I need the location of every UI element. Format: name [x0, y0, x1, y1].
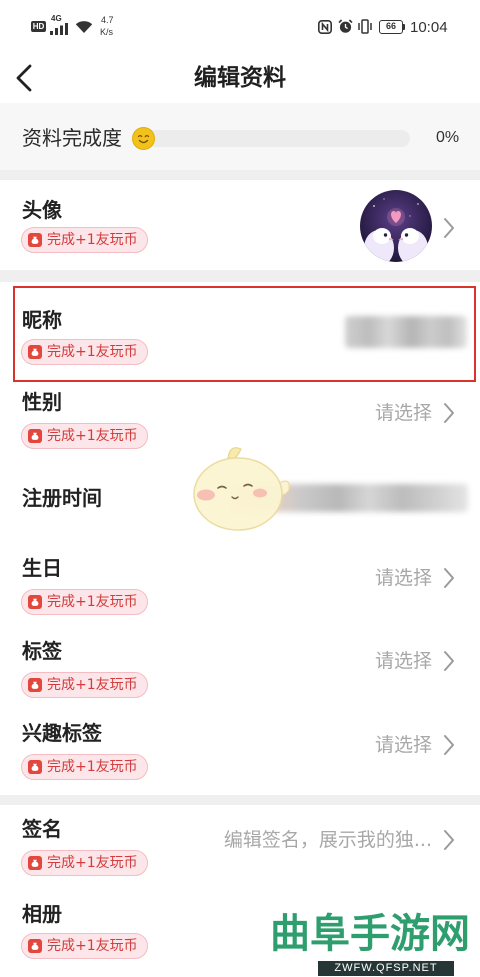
album-label: 相册: [22, 902, 62, 926]
reward-pouch-icon: [28, 760, 42, 774]
interest-tags-label: 兴趣标签: [22, 721, 102, 745]
reward-badge: 完成+1友玩币: [21, 850, 148, 876]
alarm-icon: [338, 19, 353, 33]
signal-icon: [50, 23, 68, 35]
completion-label: 资料完成度: [22, 126, 122, 150]
reward-pouch-icon: [28, 939, 42, 953]
reward-badge: 完成+1友玩币: [21, 933, 148, 959]
chevron-right-icon: [444, 568, 454, 588]
reward-badge: 完成+1友玩币: [21, 423, 148, 449]
nickname-value-obscured: [345, 316, 467, 348]
vibrate-icon: [358, 19, 372, 34]
reward-badge-text: 完成+1友玩币: [47, 232, 138, 248]
signature-placeholder: 编辑签名，展示我的独...: [223, 829, 432, 851]
chevron-right-icon: [444, 830, 454, 850]
network-speed-unit: K/s: [100, 27, 114, 37]
network-speed-value: 4.7: [101, 15, 114, 25]
reward-badge-text: 完成+1友玩币: [47, 759, 138, 775]
reward-badge: 完成+1友玩币: [21, 227, 148, 253]
mascot-watermark: [193, 447, 290, 531]
network-type: 4G: [51, 14, 62, 23]
completion-progress-bar: [135, 130, 410, 147]
reward-badge-text: 完成+1友玩币: [47, 428, 138, 444]
signature-label: 签名: [22, 817, 62, 841]
watermark-site-url: ZWFW.QFSP.NET: [318, 961, 454, 976]
reward-badge: 完成+1友玩币: [21, 672, 148, 698]
wifi-icon: [75, 21, 93, 33]
chevron-right-icon: [444, 735, 454, 755]
reward-pouch-icon: [28, 233, 42, 247]
nickname-label: 昵称: [22, 308, 62, 332]
completion-percent: 0%: [436, 129, 460, 146]
battery-nub: [403, 24, 405, 30]
row-avatar[interactable]: 头像 完成+1友玩币: [0, 180, 480, 270]
section-avatar: 头像 完成+1友玩币: [0, 180, 480, 270]
reward-badge-text: 完成+1友玩币: [47, 344, 138, 360]
row-interest-tags[interactable]: 兴趣标签 完成+1友玩币 请选择: [0, 704, 480, 795]
chevron-right-icon: [444, 403, 454, 423]
reward-badge-text: 完成+1友玩币: [47, 677, 138, 693]
tags-label: 标签: [22, 639, 62, 663]
avatar-label: 头像: [22, 198, 62, 222]
watermark-site-name: 曲阜手游网: [270, 911, 470, 957]
reward-badge: 完成+1友玩币: [21, 754, 148, 780]
registration-time-label: 注册时间: [22, 486, 102, 510]
reward-pouch-icon: [28, 678, 42, 692]
interest-tags-value: 请选择: [374, 734, 432, 756]
reward-badge-text: 完成+1友玩币: [47, 594, 138, 610]
reward-pouch-icon: [28, 345, 42, 359]
edit-profile-screen: HD 4G 4.7 K/s 66 10:04 编辑资料 资料完成度 0% 头像 …: [0, 0, 480, 977]
profile-completion: 资料完成度 0%: [0, 103, 480, 170]
gender-label: 性别: [22, 390, 62, 414]
reward-pouch-icon: [28, 856, 42, 870]
reward-badge: 完成+1友玩币: [21, 339, 148, 365]
reward-pouch-icon: [28, 429, 42, 443]
battery-icon: 66: [379, 20, 403, 34]
nfc-icon: [318, 20, 332, 34]
reward-badge-text: 完成+1友玩币: [47, 938, 138, 954]
reward-badge-text: 完成+1友玩币: [47, 855, 138, 871]
reward-pouch-icon: [28, 595, 42, 609]
clock-time: 10:04: [410, 19, 448, 36]
hd-badge: HD: [31, 21, 46, 32]
gender-value: 请选择: [374, 402, 432, 424]
reward-badge: 完成+1友玩币: [21, 589, 148, 615]
header-bar: 编辑资料: [0, 55, 480, 103]
row-tags[interactable]: 标签 完成+1友玩币 请选择: [0, 620, 480, 704]
birthday-label: 生日: [22, 556, 62, 580]
row-nickname[interactable]: 昵称 完成+1友玩币: [0, 282, 480, 384]
chevron-right-icon: [444, 651, 454, 671]
birthday-value: 请选择: [374, 567, 432, 589]
smiley-face-icon: [132, 127, 155, 150]
row-birthday[interactable]: 生日 完成+1友玩币 请选择: [0, 540, 480, 620]
chevron-right-icon: [444, 218, 454, 238]
page-title: 编辑资料: [194, 65, 286, 91]
avatar-image: [360, 190, 432, 262]
row-signature[interactable]: 签名 完成+1友玩币 编辑签名，展示我的独...: [0, 805, 480, 891]
status-bar: HD 4G 4.7 K/s 66 10:04: [0, 0, 480, 55]
tags-value: 请选择: [374, 650, 432, 672]
